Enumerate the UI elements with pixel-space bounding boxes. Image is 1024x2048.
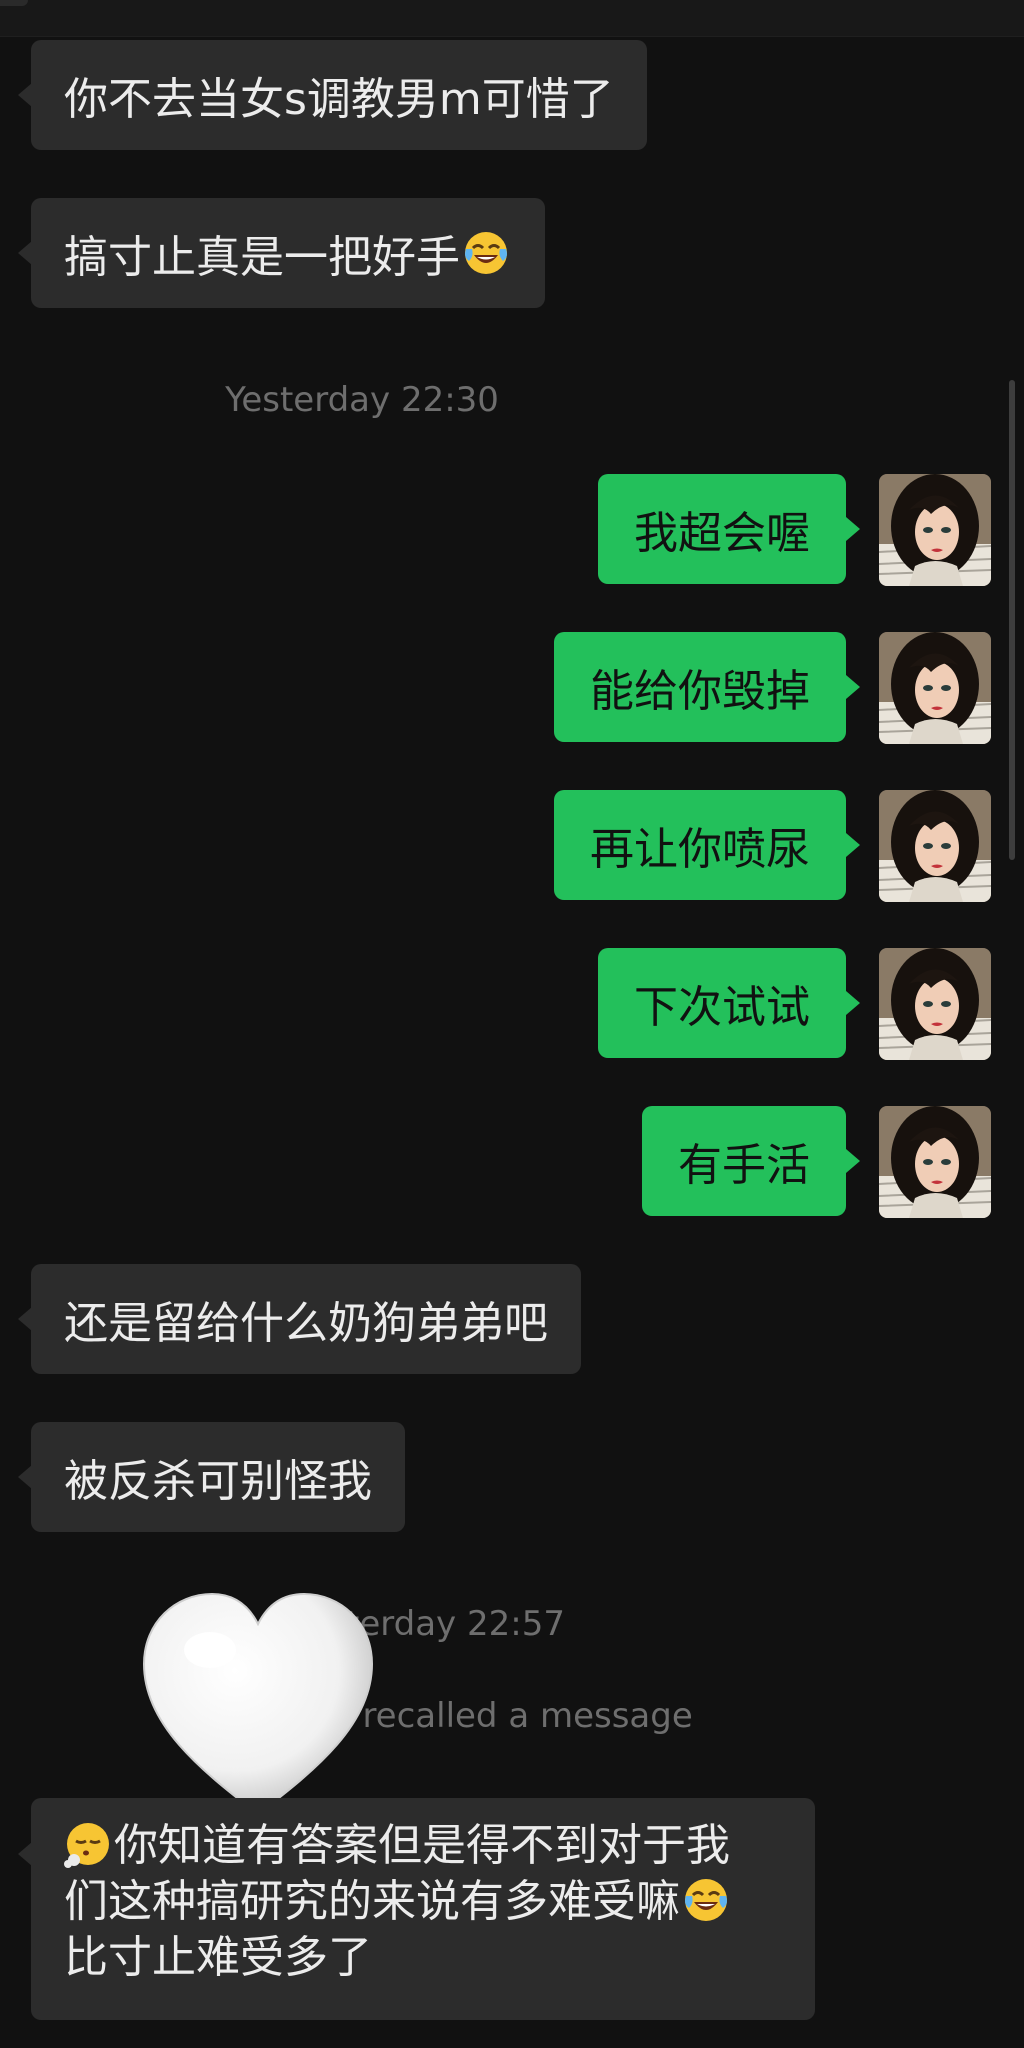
- avatar-illustration-icon: [879, 948, 991, 1060]
- message-text: 比寸止难受多了: [64, 1932, 372, 1983]
- avatar-illustration-icon: [879, 474, 991, 586]
- received-message[interactable]: 搞寸止真是一把好手: [18, 198, 545, 308]
- message-text: 再让你喷尿: [590, 824, 810, 875]
- received-message[interactable]: 被反杀可别怪我: [18, 1422, 405, 1532]
- message-text: 下次试试: [634, 982, 810, 1033]
- message-text: 你知道有答案但是得不到对于我: [114, 1820, 730, 1871]
- message-text: 还是留给什么奶狗弟弟吧: [64, 1298, 548, 1349]
- avatar-illustration-icon: [879, 790, 991, 902]
- avatar[interactable]: [879, 632, 991, 744]
- avatar-illustration-icon: [879, 632, 991, 744]
- sent-message[interactable]: 我超会喔: [598, 474, 860, 584]
- message-text: 们这种搞研究的来说有多难受嘛: [64, 1876, 680, 1927]
- sent-message[interactable]: 能给你毁掉: [554, 632, 860, 742]
- avatar[interactable]: [879, 790, 991, 902]
- recalled-message-notice: " recalled a message: [336, 1696, 693, 1736]
- chat-message-list[interactable]: 你不去当女s调教男m可惜了 搞寸止真是一把好手 Yesterday 22:30 …: [0, 0, 1024, 2048]
- timestamp: Yesterday 22:30: [225, 380, 499, 420]
- avatar[interactable]: [879, 474, 991, 586]
- face-with-tears-of-joy-icon: [685, 1879, 727, 1921]
- face-exhaling-icon: [64, 1823, 109, 1868]
- scrollbar[interactable]: [1009, 380, 1015, 860]
- sent-message[interactable]: 有手活: [642, 1106, 860, 1216]
- avatar-illustration-icon: [879, 1106, 991, 1218]
- message-text-block: 你知道有答案但是得不到对于我 们这种搞研究的来说有多难受嘛 比寸止难受多了: [64, 1818, 732, 1986]
- message-text: 你不去当女s调教男m可惜了: [64, 74, 614, 125]
- avatar[interactable]: [879, 1106, 991, 1218]
- sent-message[interactable]: 再让你喷尿: [554, 790, 860, 900]
- message-line: 你知道有答案但是得不到对于我: [64, 1818, 732, 1874]
- message-text: 有手活: [678, 1140, 810, 1191]
- white-heart-sticker-icon: [142, 1592, 374, 1816]
- timestamp: terday 22:57: [346, 1604, 565, 1644]
- message-line: 比寸止难受多了: [64, 1930, 732, 1986]
- received-message[interactable]: 你不去当女s调教男m可惜了: [18, 40, 647, 150]
- message-text: 能给你毁掉: [590, 666, 810, 717]
- message-text: 被反杀可别怪我: [64, 1456, 372, 1507]
- face-with-tears-of-joy-icon: [465, 232, 507, 274]
- message-line: 们这种搞研究的来说有多难受嘛: [64, 1874, 732, 1930]
- message-text: 搞寸止真是一把好手: [64, 232, 460, 283]
- sent-message[interactable]: 下次试试: [598, 948, 860, 1058]
- received-message[interactable]: 还是留给什么奶狗弟弟吧: [18, 1264, 581, 1374]
- message-text: 我超会喔: [634, 508, 810, 559]
- received-message[interactable]: 你知道有答案但是得不到对于我 们这种搞研究的来说有多难受嘛 比寸止难受多了: [18, 1798, 815, 2020]
- avatar[interactable]: [879, 948, 991, 1060]
